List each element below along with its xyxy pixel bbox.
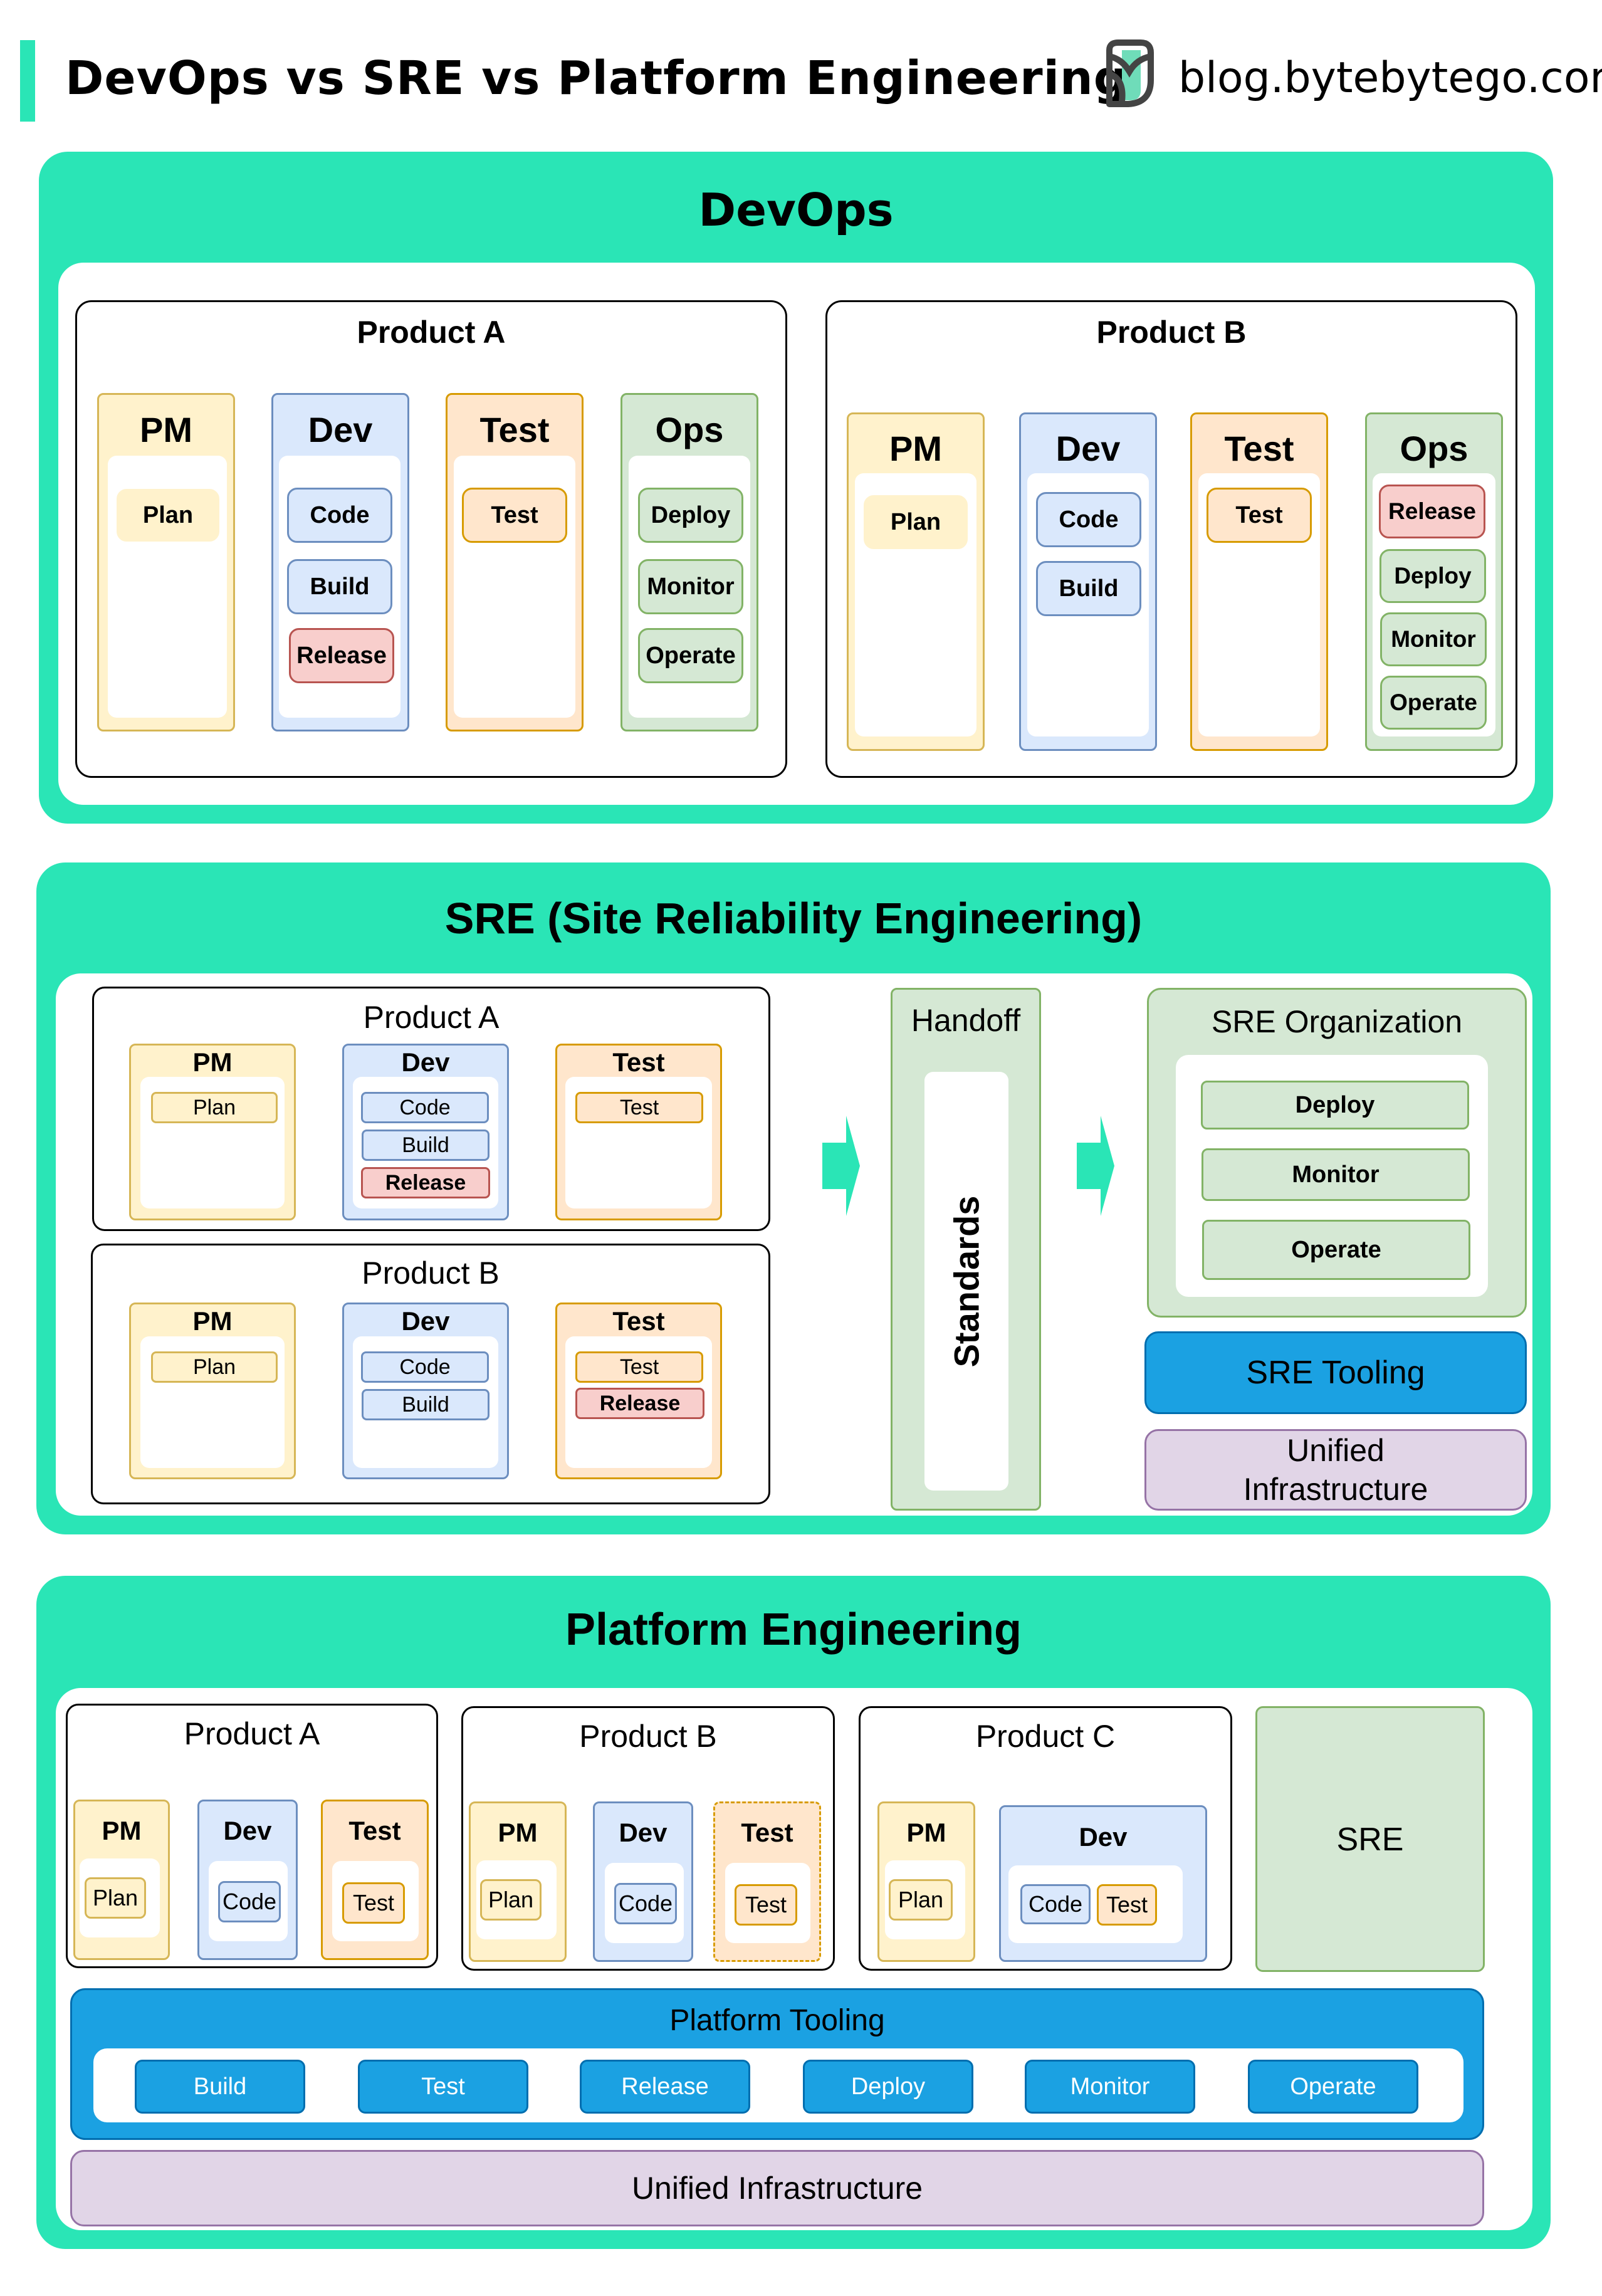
sre-product-a-title: Product A xyxy=(363,1000,500,1035)
sre-b-pm-label: PM xyxy=(192,1306,233,1336)
platform-a-dev-label: Dev xyxy=(223,1816,272,1845)
page-title: DevOps vs SRE vs Platform Engineering xyxy=(65,51,1128,105)
platform-a-pm-label: PM xyxy=(102,1816,142,1845)
devops-product-b-title: Product B xyxy=(1096,315,1247,350)
sre-a-release-chip: Release xyxy=(361,1167,490,1198)
devops-b-plan-chip: Plan xyxy=(864,495,968,549)
sre-b-plan-chip: Plan xyxy=(151,1351,278,1383)
platform-product-c-title: Product C xyxy=(975,1719,1116,1754)
devops-a-dev-label: Dev xyxy=(308,409,373,449)
platform-c-plan-chip: Plan xyxy=(889,1879,953,1921)
sre-a-code-chip: Code xyxy=(361,1092,489,1123)
devops-b-test-label: Test xyxy=(1224,428,1294,468)
arrow-right-icon xyxy=(822,1116,860,1216)
devops-a-test-chip: Test xyxy=(462,488,567,543)
devops-b-pm-label: PM xyxy=(889,428,942,468)
devops-a-release-chip: Release xyxy=(289,628,394,683)
platform-a-test-chip: Test xyxy=(342,1882,405,1924)
devops-b-deploy-chip: Deploy xyxy=(1380,549,1486,603)
bytebytego-logo-icon xyxy=(1104,39,1156,109)
devops-a-plan-chip: Plan xyxy=(117,489,219,542)
platform-tooling-release-chip: Release xyxy=(580,2060,750,2114)
platform-c-code-chip: Code xyxy=(1020,1884,1091,1924)
devops-b-operate-chip: Operate xyxy=(1380,676,1487,730)
devops-a-ops-label: Ops xyxy=(655,409,724,449)
platform-tooling-build-chip: Build xyxy=(135,2060,305,2114)
platform-sre-box: SRE xyxy=(1255,1706,1485,1972)
platform-b-dev-label: Dev xyxy=(619,1818,668,1847)
sre-title: SRE (Site Reliability Engineering) xyxy=(444,894,1143,943)
sre-b-build-chip: Build xyxy=(362,1389,490,1420)
sre-org-title: SRE Organization xyxy=(1211,1004,1463,1039)
platform-b-test-label: Test xyxy=(741,1818,793,1847)
devops-b-release-chip: Release xyxy=(1379,485,1485,538)
platform-tooling-deploy-chip: Deploy xyxy=(803,2060,973,2114)
sre-org-monitor-chip: Monitor xyxy=(1202,1148,1470,1201)
sre-b-release-chip: Release xyxy=(575,1388,704,1419)
platform-tooling-monitor-chip: Monitor xyxy=(1025,2060,1195,2114)
arrow-right-icon xyxy=(1077,1116,1114,1216)
devops-b-build-chip: Build xyxy=(1036,561,1141,616)
header-accent-bar xyxy=(20,40,35,122)
platform-c-test-chip: Test xyxy=(1097,1884,1157,1926)
platform-tooling-operate-chip: Operate xyxy=(1248,2060,1418,2114)
sre-a-test-chip: Test xyxy=(575,1092,703,1123)
devops-b-code-chip: Code xyxy=(1036,492,1141,547)
sre-org-deploy-chip: Deploy xyxy=(1201,1081,1469,1130)
devops-product-a-title: Product A xyxy=(357,315,506,350)
devops-b-monitor-chip: Monitor xyxy=(1380,612,1487,666)
platform-c-dev-label: Dev xyxy=(1079,1822,1128,1852)
platform-b-code-chip: Code xyxy=(614,1883,677,1924)
devops-a-code-chip: Code xyxy=(287,488,392,543)
platform-c-pm-label: PM xyxy=(906,1818,946,1847)
platform-b-test-chip: Test xyxy=(735,1884,797,1926)
standards-label: Standards xyxy=(924,1072,1008,1491)
devops-a-monitor-chip: Monitor xyxy=(638,559,743,614)
sre-b-code-chip: Code xyxy=(361,1351,489,1383)
platform-a-code-chip: Code xyxy=(218,1881,281,1922)
platform-product-b-title: Product B xyxy=(579,1719,717,1754)
sre-a-pm-label: PM xyxy=(192,1047,233,1077)
sre-org-operate-chip: Operate xyxy=(1202,1220,1470,1280)
sre-a-test-label: Test xyxy=(612,1047,665,1077)
platform-b-pm-label: PM xyxy=(498,1818,538,1847)
platform-tooling-title: Platform Tooling xyxy=(669,2003,885,2037)
devops-a-pm-label: PM xyxy=(140,409,192,449)
devops-a-deploy-chip: Deploy xyxy=(638,488,743,543)
platform-a-test-label: Test xyxy=(348,1816,401,1845)
devops-a-test-label: Test xyxy=(479,409,550,449)
platform-b-plan-chip: Plan xyxy=(480,1879,542,1921)
devops-b-test-chip: Test xyxy=(1207,488,1312,543)
devops-title: DevOps xyxy=(698,184,894,236)
devops-a-operate-chip: Operate xyxy=(638,628,743,683)
devops-b-dev-label: Dev xyxy=(1055,428,1121,468)
platform-title: Platform Engineering xyxy=(565,1605,1022,1655)
sre-a-plan-chip: Plan xyxy=(151,1092,278,1123)
platform-a-plan-chip: Plan xyxy=(85,1877,146,1919)
sre-unified-infrastructure-box: Unified Infrastructure xyxy=(1144,1429,1527,1511)
site-url[interactable]: blog.bytebytego.com xyxy=(1178,44,1602,113)
platform-product-a-title: Product A xyxy=(184,1716,320,1751)
devops-b-ops-label: Ops xyxy=(1400,428,1469,468)
sre-b-test-label: Test xyxy=(612,1306,665,1336)
platform-unified-infrastructure-box: Unified Infrastructure xyxy=(70,2150,1484,2226)
sre-b-dev-label: Dev xyxy=(401,1306,450,1336)
sre-a-build-chip: Build xyxy=(362,1130,490,1161)
devops-a-build-chip: Build xyxy=(287,559,392,614)
sre-b-test-chip: Test xyxy=(575,1351,703,1383)
platform-tooling-test-chip: Test xyxy=(358,2060,528,2114)
sre-product-b-title: Product B xyxy=(362,1255,500,1291)
handoff-title: Handoff xyxy=(911,1003,1021,1038)
standards-text: Standards xyxy=(946,1195,987,1367)
sre-tooling-box: SRE Tooling xyxy=(1144,1331,1527,1414)
sre-a-dev-label: Dev xyxy=(401,1047,450,1077)
